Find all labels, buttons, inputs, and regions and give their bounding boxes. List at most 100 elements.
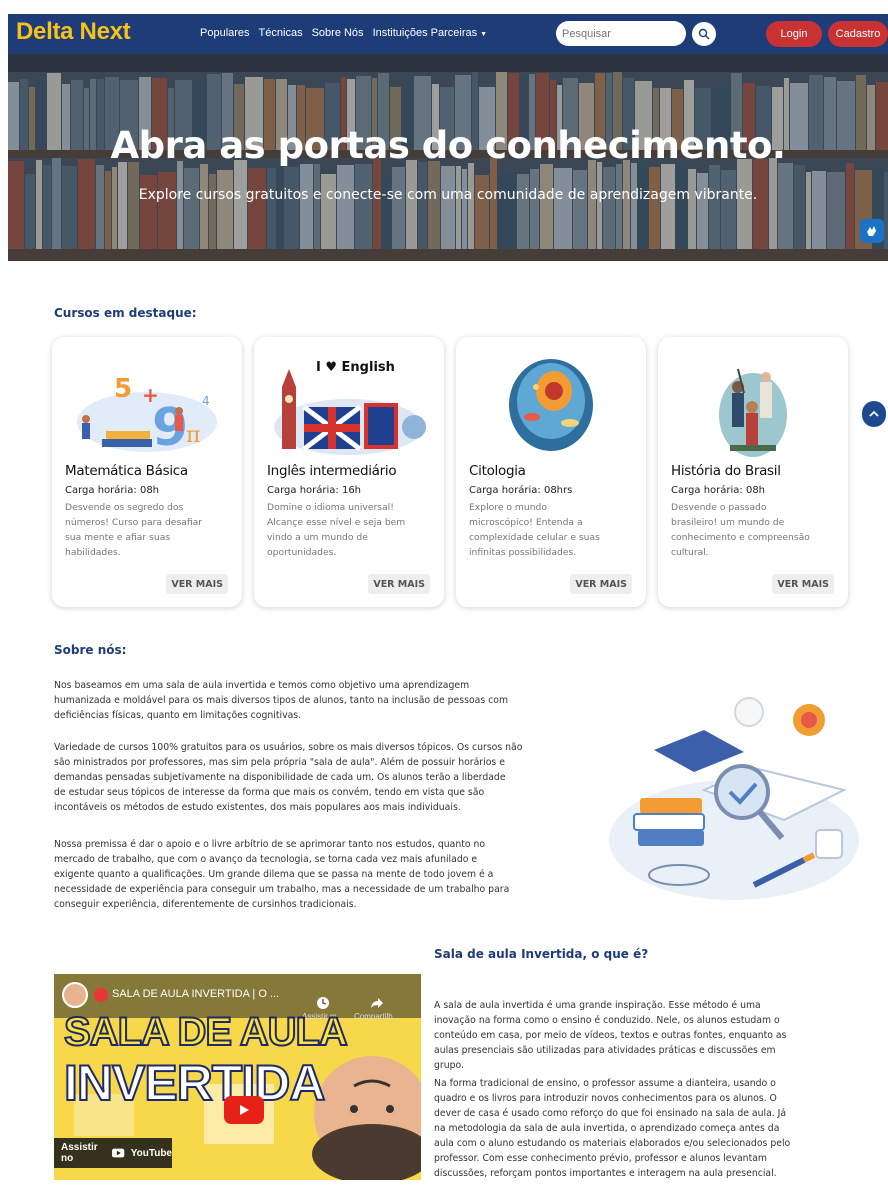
course-description: Explore o mundo microscópico! Entenda a … xyxy=(469,500,637,560)
sala-paragraph-2: Na forma tradicional de ensino, o profes… xyxy=(434,1076,848,1181)
course-hours: Carga horária: 08hrs xyxy=(469,485,573,496)
text-line: Variedade de cursos 100% gratuitos para … xyxy=(54,742,523,753)
text-line: de estudar seus tópicos de interesse da … xyxy=(54,787,485,798)
text-line: são ministrados por professores, mas sim… xyxy=(54,757,505,768)
nav-link-instituicoes[interactable]: Instituições Parceiras ▼ xyxy=(373,27,487,39)
course-card-historia[interactable]: História do Brasil Carga horária: 08h De… xyxy=(658,337,848,607)
scroll-to-top-button[interactable] xyxy=(862,401,886,427)
text-line: conseguir experiência, diferentemente de… xyxy=(54,899,357,910)
history-illustration xyxy=(719,368,787,457)
channel-avatar[interactable] xyxy=(62,982,88,1008)
share-icon xyxy=(370,998,383,1008)
course-description: Domine o idioma universal! Alcançe esse … xyxy=(267,500,435,560)
course-title: Matemática Básica xyxy=(65,463,188,479)
desc-line: Explore o mundo xyxy=(469,502,547,513)
thumbnail-text-line1: SALA DE AULA xyxy=(63,1009,349,1055)
desc-line: complexidade celular e suas xyxy=(469,532,600,543)
search-field[interactable] xyxy=(556,21,686,46)
about-paragraph-2: Variedade de cursos 100% gratuitos para … xyxy=(54,740,580,815)
desc-line: oportunidades. xyxy=(267,547,337,558)
desc-line: Desvende o passado xyxy=(671,502,767,513)
about-heading: Sobre nós: xyxy=(54,643,127,657)
nav-link-sobre[interactable]: Sobre Nós xyxy=(312,27,364,39)
register-button[interactable]: Cadastro xyxy=(828,21,888,47)
video-player[interactable]: SALA DE AULA INVERTIDA | O ... Assistir … xyxy=(54,974,421,1180)
text-line: deficiências físicas, quanto em limitaçõ… xyxy=(54,710,302,721)
desc-line: infinitas possibilidades. xyxy=(469,547,577,558)
desc-line: números! Curso para desafiar xyxy=(65,517,203,528)
sala-heading: Sala de aula Invertida, o que é? xyxy=(434,947,649,961)
thumbnail-text-line2: INVERTIDA xyxy=(63,1054,326,1112)
text-line: dever de casa é usado como reforço do qu… xyxy=(434,1108,787,1119)
watch-on-label: Assistir no xyxy=(61,1142,98,1164)
text-line: Nossa premissa é dar o apoio e o livre a… xyxy=(54,839,486,850)
text-line: demandas pensadas subjetivamente na disp… xyxy=(54,772,506,783)
svg-text:5: 5 xyxy=(114,374,132,404)
nav-links: Populares Técnicas Sobre Nós Instituiçõe… xyxy=(200,27,487,39)
text-line: aulas presenciais são utilizadas para at… xyxy=(434,1045,776,1056)
youtube-logo-icon xyxy=(112,1148,125,1158)
featured-heading: Cursos em destaque: xyxy=(54,306,197,320)
desc-line: cultural. xyxy=(671,547,709,558)
accessibility-button[interactable] xyxy=(860,219,884,243)
clock-icon xyxy=(316,997,329,1009)
math-illustration: 5 + 9 π 4 xyxy=(77,374,217,457)
nav-link-instituicoes-label: Instituições Parceiras xyxy=(372,27,478,39)
course-hours: Carga horária: 08h xyxy=(65,485,160,496)
watch-on-youtube-button[interactable]: Assistir no YouTube xyxy=(54,1138,172,1168)
svg-text:4: 4 xyxy=(202,394,210,408)
desc-line: conhecimento e compreensão xyxy=(671,532,810,543)
share-button[interactable]: Compartilh... xyxy=(354,996,399,1021)
search-input[interactable] xyxy=(562,27,672,40)
text-line: aula com o aluno estudando os materiais … xyxy=(434,1138,791,1149)
search-button[interactable] xyxy=(692,22,716,46)
login-button[interactable]: Login xyxy=(766,21,822,47)
desc-line: Alcançe esse nível e seja bem xyxy=(267,517,406,528)
navbar: Delta Next Populares Técnicas Sobre Nós … xyxy=(8,14,888,54)
course-card-matematica[interactable]: 5 + 9 π 4 Matemática Básica Carga horári… xyxy=(52,337,242,607)
desc-line: microscópico! Entenda a xyxy=(469,517,583,528)
ver-mais-button[interactable]: VER MAIS xyxy=(368,574,430,594)
nav-link-populares[interactable]: Populares xyxy=(200,27,250,39)
cell-illustration xyxy=(509,359,593,451)
live-dot-icon xyxy=(94,988,108,1002)
text-line: Na forma tradicional de ensino, o profes… xyxy=(434,1078,776,1089)
course-title: História do Brasil xyxy=(671,463,781,479)
svg-text:π: π xyxy=(186,423,200,448)
nav-link-tecnicas[interactable]: Técnicas xyxy=(259,27,303,39)
text-line: conteúdo em casa, por meio de vídeos, te… xyxy=(434,1030,787,1041)
course-description: Desvende os segredo dos números! Curso p… xyxy=(65,500,233,560)
logo[interactable]: Delta Next xyxy=(16,18,131,46)
desc-line: habilidades. xyxy=(65,547,121,558)
ver-mais-button[interactable]: VER MAIS xyxy=(166,574,228,594)
about-paragraph-1: Nos baseamos em uma sala de aula inverti… xyxy=(54,678,580,723)
hero-title: Abra as portas do conhecimento. xyxy=(110,124,786,167)
text-line: A sala de aula invertida é uma grande in… xyxy=(434,1000,761,1011)
share-label: Compartilh... xyxy=(354,1012,400,1021)
video-title[interactable]: SALA DE AULA INVERTIDA | O ... xyxy=(112,988,279,1000)
study-illustration xyxy=(609,697,859,900)
ver-mais-button[interactable]: VER MAIS xyxy=(570,574,632,594)
text-line: inovação na forma como o ensino é conduz… xyxy=(434,1015,780,1026)
course-card-ingles[interactable]: I ♥ English Inglês intermediário Carga h… xyxy=(254,337,444,607)
desc-line: brasileiro! um mundo de xyxy=(671,517,785,528)
text-line: incontáveis os métodos de estudo existen… xyxy=(54,802,461,813)
english-illustration: I ♥ English xyxy=(274,360,426,455)
about-paragraph-3: Nossa premissa é dar o apoio e o livre a… xyxy=(54,837,580,912)
text-line: discussões, reforçam pontos importantes … xyxy=(434,1168,777,1179)
search-icon xyxy=(698,28,710,40)
course-hours: Carga horária: 16h xyxy=(267,485,362,496)
course-description: Desvende o passado brasileiro! um mundo … xyxy=(671,500,839,560)
hero-subtitle: Explore cursos gratuitos e conecte-se co… xyxy=(138,187,758,203)
sala-paragraph-1: A sala de aula invertida é uma grande in… xyxy=(434,998,848,1073)
youtube-label: YouTube xyxy=(130,1147,172,1159)
course-card-citologia[interactable]: Citologia Carga horária: 08hrs Explore o… xyxy=(456,337,646,607)
desc-line: vindo a um mundo de xyxy=(267,532,368,543)
desc-line: Domine o idioma universal! xyxy=(267,502,394,513)
text-line: humanizada e moldável para os mais diver… xyxy=(54,695,508,706)
play-button[interactable] xyxy=(224,1096,264,1124)
chevron-up-icon xyxy=(869,410,879,417)
text-line: Nos baseamos em uma sala de aula inverti… xyxy=(54,680,470,691)
ver-mais-button[interactable]: VER MAIS xyxy=(772,574,834,594)
desc-line: Desvende os segredo dos xyxy=(65,502,184,513)
